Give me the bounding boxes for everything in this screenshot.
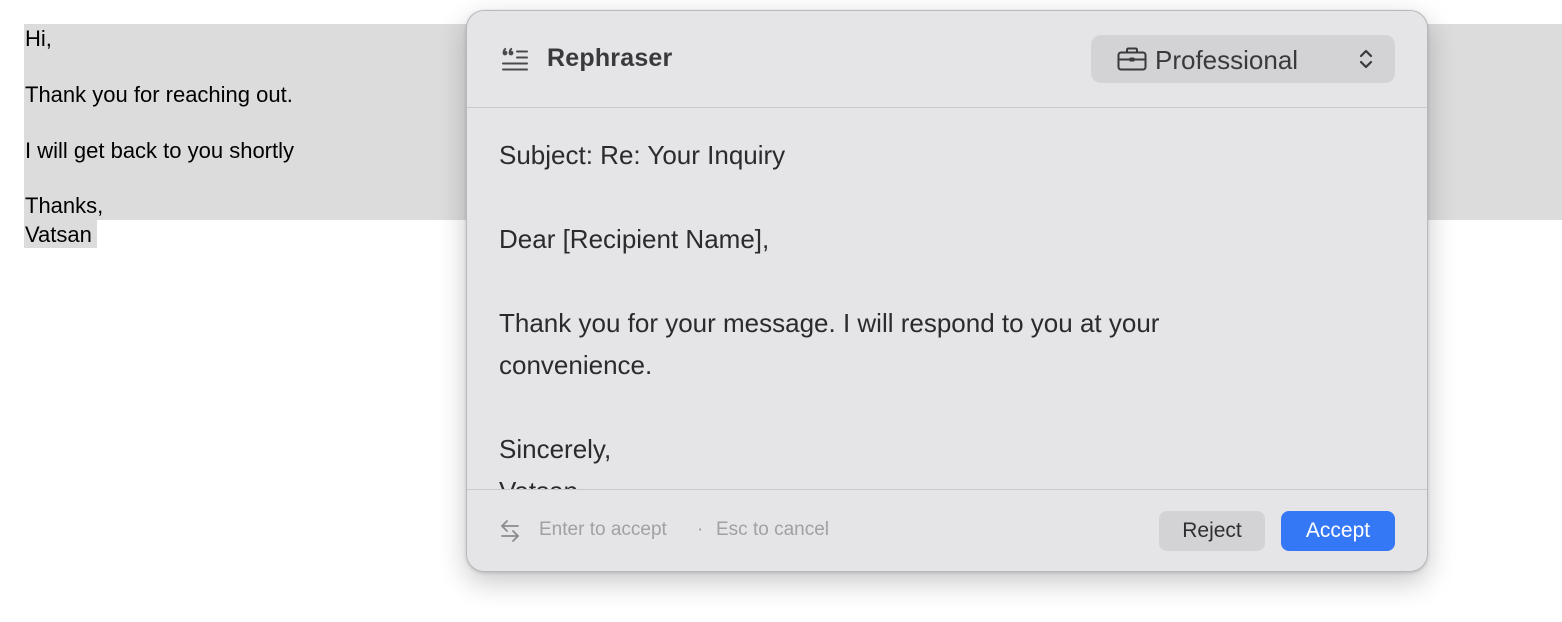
document-line: Vatsan — [25, 222, 92, 247]
hint-esc-to-cancel: Esc to cancel — [716, 519, 829, 540]
hint-separator: · — [697, 519, 704, 540]
popup-header: Rephraser Professional — [467, 11, 1427, 108]
rephrased-text-area[interactable]: Subject: Re: Your Inquiry Dear [Recipien… — [467, 108, 1427, 489]
rephrased-text: Subject: Re: Your Inquiry Dear [Recipien… — [499, 140, 1160, 489]
document-line: Hi, — [25, 26, 52, 51]
document-line: I will get back to you shortly — [25, 138, 295, 163]
reject-button[interactable]: Reject — [1159, 511, 1265, 551]
swap-arrows-icon — [501, 520, 519, 542]
document-line: Thanks, — [25, 193, 104, 218]
briefcase-icon — [1117, 47, 1147, 71]
quote-lines-icon — [502, 47, 528, 71]
tone-selected-label: Professional — [1155, 45, 1299, 75]
popup-footer: Enter to accept · Esc to cancel Reject A… — [467, 489, 1427, 571]
up-down-chevron-icon — [1359, 49, 1373, 69]
rephraser-popup: Rephraser Professional Subject: Re: Your… — [466, 10, 1428, 572]
popup-title: Rephraser — [547, 44, 673, 72]
tone-dropdown[interactable]: Professional — [1091, 35, 1395, 83]
hint-enter-to-accept: Enter to accept — [539, 519, 667, 540]
accept-button[interactable]: Accept — [1281, 511, 1395, 551]
document-line: Thank you for reaching out. — [25, 82, 293, 107]
